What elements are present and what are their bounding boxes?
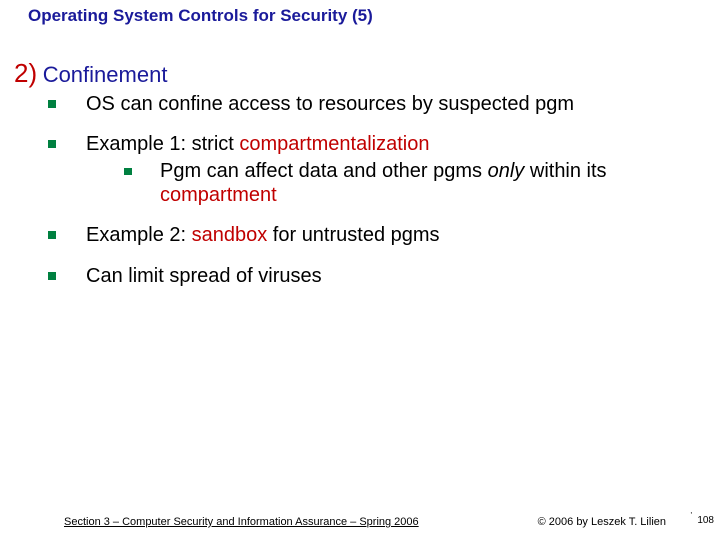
bullet-item: OS can confine access to resources by su… [48, 92, 700, 116]
square-bullet-icon [48, 272, 56, 280]
footer-right: © 2006 by Leszek T. Lilien [538, 516, 666, 528]
text-span: Example 2: [86, 224, 192, 246]
square-bullet-icon [48, 140, 56, 148]
footer: Section 3 – Computer Security and Inform… [0, 508, 720, 528]
bullet-text: OS can confine access to resources by su… [86, 92, 700, 116]
bullet-item: Example 2: sandbox for untrusted pgms [48, 223, 700, 247]
page-number: 108 [697, 515, 714, 526]
bullet-item: Example 1: strict compartmentalization P… [48, 132, 700, 207]
sub-bullet-text: Pgm can affect data and other pgms only … [160, 159, 700, 208]
text-span-italic: only [488, 160, 525, 182]
square-bullet-icon [48, 100, 56, 108]
section-heading-text: Confinement [43, 62, 168, 87]
bullet-item: Can limit spread of viruses [48, 264, 700, 288]
slide-title: Operating System Controls for Security (… [28, 6, 373, 26]
bullet-text: Example 2: sandbox for untrusted pgms [86, 223, 700, 247]
section-number: 2) [14, 58, 37, 88]
footer-tick: ' [690, 511, 692, 520]
footer-left: Section 3 – Computer Security and Inform… [64, 516, 419, 528]
square-bullet-icon [48, 231, 56, 239]
text-span-highlight: compartment [160, 184, 277, 206]
section-heading: 2) Confinement [14, 58, 700, 90]
slide-body: 2) Confinement OS can confine access to … [14, 58, 700, 288]
bullet-text: Example 1: strict compartmentalization P… [86, 132, 700, 207]
slide: Operating System Controls for Security (… [0, 0, 720, 540]
sub-bullet-item: Pgm can affect data and other pgms only … [124, 159, 700, 208]
text-span: within its [524, 160, 606, 182]
text-span-highlight: sandbox [192, 224, 268, 246]
square-bullet-icon [124, 168, 132, 175]
text-span: OS can confine access to resources by su… [86, 93, 574, 115]
text-span: Pgm can affect data and other pgms [160, 160, 488, 182]
text-span-highlight: compartmentalization [239, 133, 429, 155]
text-span: for untrusted pgms [267, 224, 439, 246]
text-span: Example 1: strict [86, 133, 239, 155]
bullet-text: Can limit spread of viruses [86, 264, 700, 288]
text-span: Can limit spread of viruses [86, 265, 322, 287]
